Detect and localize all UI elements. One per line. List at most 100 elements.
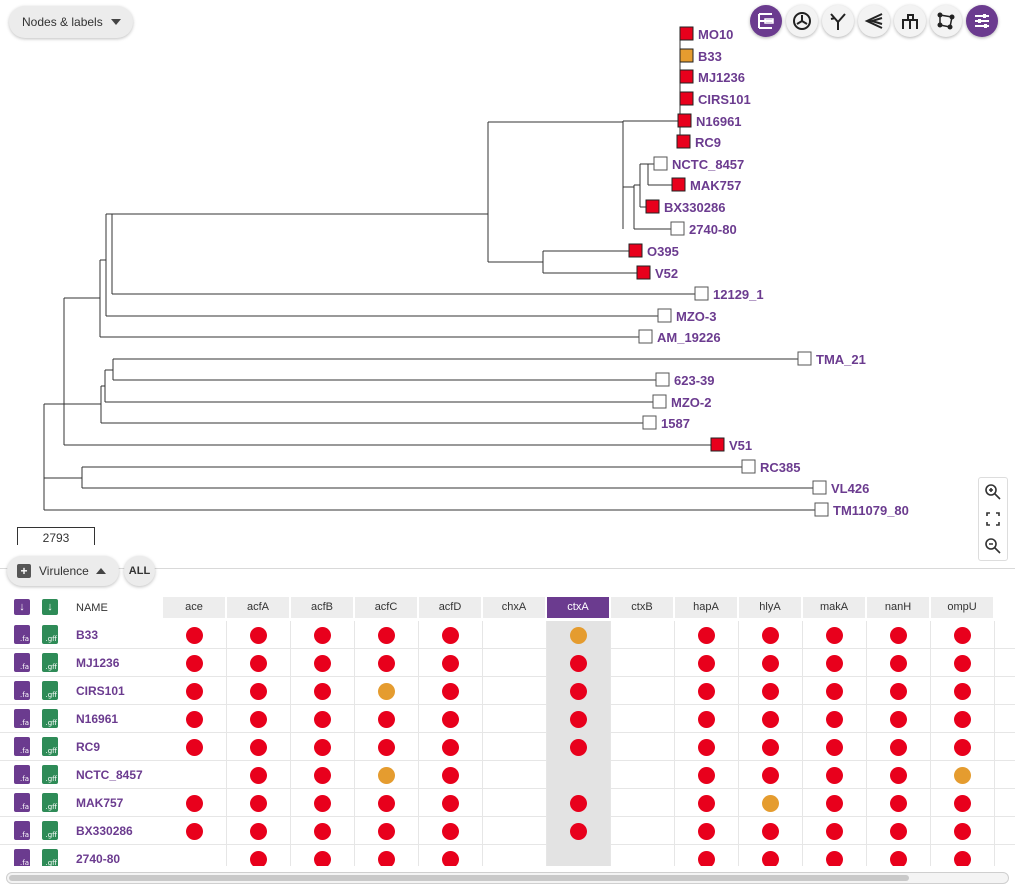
tree-leaf[interactable]: MO10 xyxy=(679,26,733,42)
leaf-label[interactable]: V52 xyxy=(655,266,678,281)
leaf-label[interactable]: 12129_1 xyxy=(713,287,764,302)
column-header-acfC[interactable]: acfC xyxy=(355,597,417,618)
leaf-node-square[interactable] xyxy=(679,26,694,41)
leaf-node-square[interactable] xyxy=(679,48,694,63)
tree-leaf[interactable]: 2740-80 xyxy=(670,221,737,237)
tree-leaf[interactable]: MZO-2 xyxy=(652,394,711,410)
leaf-node-square[interactable] xyxy=(677,113,692,128)
leaf-node-square[interactable] xyxy=(679,91,694,106)
tree-leaf[interactable]: MAK757 xyxy=(671,177,741,193)
leaf-node-square[interactable] xyxy=(670,221,685,236)
fasta-file-icon[interactable]: .fa xyxy=(14,821,30,840)
gff-file-icon[interactable]: .gff xyxy=(42,653,58,672)
leaf-node-square[interactable] xyxy=(657,308,672,323)
tree-leaf[interactable]: MJ1236 xyxy=(679,69,745,85)
row-name[interactable]: 2740-80 xyxy=(76,852,120,866)
leaf-label[interactable]: BX330286 xyxy=(664,200,725,215)
all-button[interactable]: ALL xyxy=(124,556,155,586)
leaf-label[interactable]: V51 xyxy=(729,438,752,453)
column-header-hlyA[interactable]: hlyA xyxy=(739,597,801,618)
gff-file-icon[interactable]: .gff xyxy=(42,821,58,840)
horizontal-scrollbar[interactable] xyxy=(6,872,1009,884)
tree-leaf[interactable]: O395 xyxy=(628,243,679,259)
leaf-node-square[interactable] xyxy=(797,351,812,366)
tree-leaf[interactable]: RC385 xyxy=(741,459,800,475)
leaf-label[interactable]: NCTC_8457 xyxy=(672,157,744,172)
fasta-file-icon[interactable]: .fa xyxy=(14,681,30,700)
gff-file-icon[interactable]: .gff xyxy=(42,625,58,644)
column-header-acfD[interactable]: acfD xyxy=(419,597,481,618)
table-row[interactable]: .fa .gff CIRS101 xyxy=(0,677,1015,705)
tree-leaf[interactable]: N16961 xyxy=(677,113,742,129)
row-name[interactable]: BX330286 xyxy=(76,824,133,838)
leaf-node-square[interactable] xyxy=(812,480,827,495)
leaf-node-square[interactable] xyxy=(638,329,653,344)
gff-file-icon[interactable]: .gff xyxy=(42,737,58,756)
column-header-nanH[interactable]: nanH xyxy=(867,597,929,618)
table-row[interactable]: .fa .gff BX330286 xyxy=(0,817,1015,845)
download-fasta-button[interactable]: ↓ xyxy=(14,599,30,615)
leaf-label[interactable]: O395 xyxy=(647,244,679,259)
column-header-acfA[interactable]: acfA xyxy=(227,597,289,618)
fasta-file-icon[interactable]: .fa xyxy=(14,653,30,672)
leaf-node-square[interactable] xyxy=(814,502,829,517)
row-name[interactable]: N16961 xyxy=(76,712,118,726)
row-name[interactable]: MAK757 xyxy=(76,796,123,810)
column-header-ctxA[interactable]: ctxA xyxy=(547,597,609,618)
fasta-file-icon[interactable]: .fa xyxy=(14,625,30,644)
tree-leaf[interactable]: TMA_21 xyxy=(797,351,866,367)
zoom-in-button[interactable] xyxy=(981,480,1005,504)
fasta-file-icon[interactable]: .fa xyxy=(14,849,30,866)
tree-leaf[interactable]: VL426 xyxy=(812,480,869,496)
gff-file-icon[interactable]: .gff xyxy=(42,709,58,728)
table-row[interactable]: .fa .gff MAK757 xyxy=(0,789,1015,817)
tree-leaf[interactable]: MZO-3 xyxy=(657,308,716,324)
leaf-node-square[interactable] xyxy=(679,69,694,84)
gff-file-icon[interactable]: .gff xyxy=(42,849,58,866)
table-row[interactable]: .fa .gff N16961 xyxy=(0,705,1015,733)
tree-leaf[interactable]: 12129_1 xyxy=(694,286,764,302)
leaf-label[interactable]: MJ1236 xyxy=(698,70,745,85)
fasta-file-icon[interactable]: .fa xyxy=(14,793,30,812)
scrollbar-thumb[interactable] xyxy=(9,875,909,881)
leaf-label[interactable]: RC9 xyxy=(695,135,721,150)
column-header-makA[interactable]: makA xyxy=(803,597,865,618)
tree-leaf[interactable]: AM_19226 xyxy=(638,329,721,345)
tree-leaf[interactable]: RC9 xyxy=(676,134,721,150)
table-row[interactable]: .fa .gff B33 xyxy=(0,621,1015,649)
leaf-label[interactable]: VL426 xyxy=(831,481,869,496)
leaf-node-square[interactable] xyxy=(645,199,660,214)
leaf-node-square[interactable] xyxy=(694,286,709,301)
name-column-header[interactable]: NAME xyxy=(76,602,108,614)
tree-leaf[interactable]: V51 xyxy=(710,437,752,453)
fit-view-button[interactable] xyxy=(981,507,1005,531)
leaf-label[interactable]: 623-39 xyxy=(674,373,714,388)
leaf-label[interactable]: 2740-80 xyxy=(689,222,737,237)
row-name[interactable]: CIRS101 xyxy=(76,684,125,698)
fasta-file-icon[interactable]: .fa xyxy=(14,709,30,728)
leaf-node-square[interactable] xyxy=(653,156,668,171)
fasta-file-icon[interactable]: .fa xyxy=(14,737,30,756)
zoom-out-button[interactable] xyxy=(981,534,1005,558)
leaf-label[interactable]: CIRS101 xyxy=(698,92,751,107)
leaf-label[interactable]: MZO-3 xyxy=(676,309,716,324)
leaf-node-square[interactable] xyxy=(655,372,670,387)
table-row[interactable]: .fa .gff NCTC_8457 xyxy=(0,761,1015,789)
tree-leaf[interactable]: 623-39 xyxy=(655,372,714,388)
gff-file-icon[interactable]: .gff xyxy=(42,765,58,784)
tree-leaf[interactable]: TM11079_80 xyxy=(814,502,909,518)
leaf-label[interactable]: MAK757 xyxy=(690,178,741,193)
leaf-node-square[interactable] xyxy=(636,265,651,280)
table-row[interactable]: .fa .gff RC9 xyxy=(0,733,1015,761)
column-header-ctxB[interactable]: ctxB xyxy=(611,597,673,618)
leaf-node-square[interactable] xyxy=(676,134,691,149)
leaf-node-square[interactable] xyxy=(652,394,667,409)
tree-leaf[interactable]: NCTC_8457 xyxy=(653,156,744,172)
row-name[interactable]: RC9 xyxy=(76,740,100,754)
download-gff-button[interactable]: ↓ xyxy=(42,599,58,615)
leaf-label[interactable]: TM11079_80 xyxy=(833,503,909,518)
leaf-node-square[interactable] xyxy=(741,459,756,474)
tree-leaf[interactable]: V52 xyxy=(636,265,678,281)
leaf-label[interactable]: B33 xyxy=(698,49,722,64)
tree-leaf[interactable]: CIRS101 xyxy=(679,91,751,107)
